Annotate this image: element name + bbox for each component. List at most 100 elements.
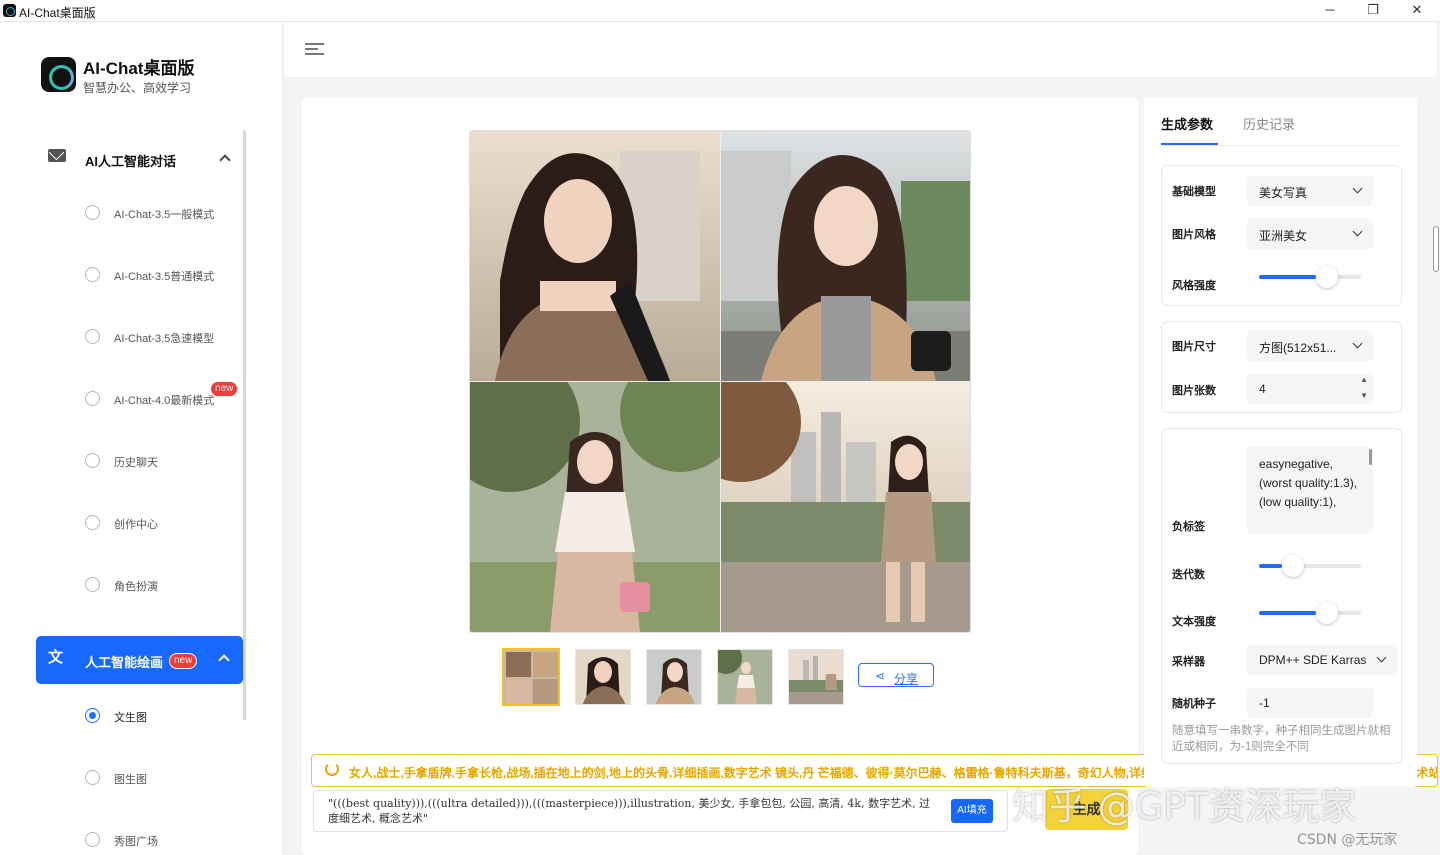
iterations-slider[interactable] xyxy=(1259,555,1361,577)
style-label: 图片风格 xyxy=(1172,229,1216,241)
radio-button[interactable] xyxy=(85,577,100,592)
text-strength-slider[interactable] xyxy=(1259,602,1361,624)
slider-fill xyxy=(1259,564,1282,568)
seed-value[interactable]: -1 xyxy=(1259,696,1270,710)
menu-icon[interactable] xyxy=(305,43,324,56)
sidebar-item-history[interactable]: 历史聊天 xyxy=(85,452,235,472)
sampler-value: DPM++ SDE Karras xyxy=(1259,653,1367,667)
chevron-up-icon[interactable] xyxy=(218,654,230,666)
zhihu-watermark: 知乎 @GPT资深玩家 xyxy=(1012,785,1357,828)
style-strength-slider[interactable] xyxy=(1259,266,1361,288)
refresh-icon[interactable] xyxy=(325,762,339,776)
generated-image-2[interactable] xyxy=(721,131,970,381)
close-button[interactable]: ✕ xyxy=(1395,0,1439,22)
share-button[interactable]: ⋖ 分享 xyxy=(858,663,934,687)
prompt-input[interactable]: "(((best quality))),(((ultra detailed)))… xyxy=(313,790,1008,832)
stepper-up-icon[interactable]: ▲ xyxy=(1360,375,1368,384)
count-stepper[interactable]: 4 ▲ ▼ xyxy=(1247,374,1373,404)
negative-scrollbar[interactable] xyxy=(1369,449,1372,465)
app-name: AI-Chat桌面版 xyxy=(83,59,195,78)
size-value: 方图(512x51... xyxy=(1259,341,1337,355)
seed-input[interactable]: -1 xyxy=(1247,688,1373,718)
top-bar xyxy=(284,22,1436,78)
sidebar-item-chat35-general[interactable]: AI-Chat-3.5一般模式 xyxy=(85,204,235,224)
sampler-select[interactable]: DPM++ SDE Karras xyxy=(1247,645,1397,675)
sidebar-item-label: 创作中心 xyxy=(114,519,158,531)
share-icon: ⋖ xyxy=(875,669,886,683)
window-title-bar: AI-Chat桌面版 ─ ❐ ✕ xyxy=(0,0,1440,22)
sidebar-item-label: AI-Chat-3.5急速模型 xyxy=(114,333,215,345)
count-value: 4 xyxy=(1259,382,1266,396)
slider-handle[interactable] xyxy=(1282,555,1304,577)
radio-button[interactable] xyxy=(85,832,100,847)
translate-icon: 文 xyxy=(48,649,64,666)
sidebar-item-label: 文生图 xyxy=(114,712,147,724)
sidebar-item-roleplay[interactable]: 角色扮演 xyxy=(85,576,235,596)
style-select[interactable]: 亚洲美女 xyxy=(1247,219,1373,249)
sidebar-item-label: 图生图 xyxy=(114,774,147,786)
tab-history[interactable]: 历史记录 xyxy=(1243,114,1295,133)
text-strength-label: 文本强度 xyxy=(1172,616,1216,628)
radio-button[interactable] xyxy=(85,267,100,282)
chevron-up-icon[interactable] xyxy=(219,154,231,166)
radio-button[interactable] xyxy=(85,453,100,468)
negative-label: 负标签 xyxy=(1172,521,1205,533)
maximize-button[interactable]: ❐ xyxy=(1351,0,1395,22)
seed-hint: 随意填写一串数字，种子相同生成图片就相近或相同，为-1则完全不同 xyxy=(1172,725,1391,753)
radio-button[interactable] xyxy=(85,391,100,406)
stepper-down-icon[interactable]: ▼ xyxy=(1360,391,1368,400)
generated-image-1[interactable] xyxy=(470,131,720,381)
radio-button[interactable] xyxy=(85,205,100,220)
sidebar-item-label: 角色扮演 xyxy=(114,581,158,593)
sidebar-item-label: 历史聊天 xyxy=(114,457,158,469)
base-model-select[interactable]: 美女写真 xyxy=(1247,176,1373,206)
radio-button[interactable] xyxy=(85,770,100,785)
tab-params[interactable]: 生成参数 xyxy=(1161,114,1213,133)
base-model-value: 美女写真 xyxy=(1259,186,1308,200)
thumbnail-1[interactable] xyxy=(575,649,631,705)
chevron-down-icon xyxy=(1352,226,1363,237)
sidebar-item-creation[interactable]: 创作中心 xyxy=(85,514,235,534)
sidebar-item-chat35-normal[interactable]: AI-Chat-3.5普通模式 xyxy=(85,266,235,286)
minimize-button[interactable]: ─ xyxy=(1308,0,1352,22)
thumbnail-2[interactable] xyxy=(646,649,702,705)
sidebar-item-image-to-image[interactable]: 图生图 xyxy=(85,769,235,789)
radio-button-selected[interactable] xyxy=(85,708,100,723)
page-scrollbar[interactable] xyxy=(1433,226,1439,272)
base-model-label: 基础模型 xyxy=(1172,186,1216,198)
seed-label: 随机种子 xyxy=(1172,698,1216,710)
chevron-down-icon xyxy=(1376,652,1387,663)
sidebar-item-label: AI-Chat-3.5普通模式 xyxy=(114,271,215,283)
chat-icon xyxy=(48,149,66,162)
ai-fill-button[interactable]: AI填充 xyxy=(951,799,993,823)
app-icon xyxy=(3,4,16,17)
count-label: 图片张数 xyxy=(1172,385,1216,397)
size-select[interactable]: 方图(512x51... xyxy=(1247,331,1373,361)
slider-handle[interactable] xyxy=(1316,266,1338,288)
paint-section-title: 人工智能绘画 xyxy=(85,655,164,670)
csdn-watermark: CSDN @无玩家 xyxy=(1297,832,1398,848)
sidebar-item-chat40[interactable]: AI-Chat-4.0最新模式 new xyxy=(85,382,238,410)
sampler-label: 采样器 xyxy=(1172,656,1205,668)
slider-fill xyxy=(1259,611,1316,615)
sidebar-item-gallery[interactable]: 秀图广场 xyxy=(85,831,235,851)
sidebar-scrollbar[interactable] xyxy=(243,130,246,720)
radio-button[interactable] xyxy=(85,515,100,530)
prompt-text[interactable]: "(((best quality))),(((ultra detailed)))… xyxy=(328,796,938,826)
sidebar-item-label: 秀图广场 xyxy=(114,836,158,848)
thumbnail-4[interactable] xyxy=(788,649,844,705)
paint-section-header[interactable]: 文 人工智能绘画 new xyxy=(36,636,243,684)
negative-input[interactable]: easynegative, (worst quality:1.3), (low … xyxy=(1247,447,1373,533)
chevron-down-icon xyxy=(1352,183,1363,194)
radio-button[interactable] xyxy=(85,329,100,344)
generated-image-3[interactable] xyxy=(470,382,720,632)
generated-image-4[interactable] xyxy=(721,382,970,632)
sidebar-item-text-to-image[interactable]: 文生图 xyxy=(85,707,235,727)
slider-handle[interactable] xyxy=(1316,602,1338,624)
negative-text[interactable]: easynegative, (worst quality:1.3), (low … xyxy=(1259,455,1363,512)
thumbnail-grid[interactable] xyxy=(502,648,560,706)
generated-image-grid[interactable] xyxy=(469,130,971,633)
sidebar-item-chat35-fast[interactable]: AI-Chat-3.5急速模型 xyxy=(85,328,235,348)
chat-section-header[interactable]: AI人工智能对话 xyxy=(48,148,238,170)
thumbnail-3[interactable] xyxy=(717,649,773,705)
